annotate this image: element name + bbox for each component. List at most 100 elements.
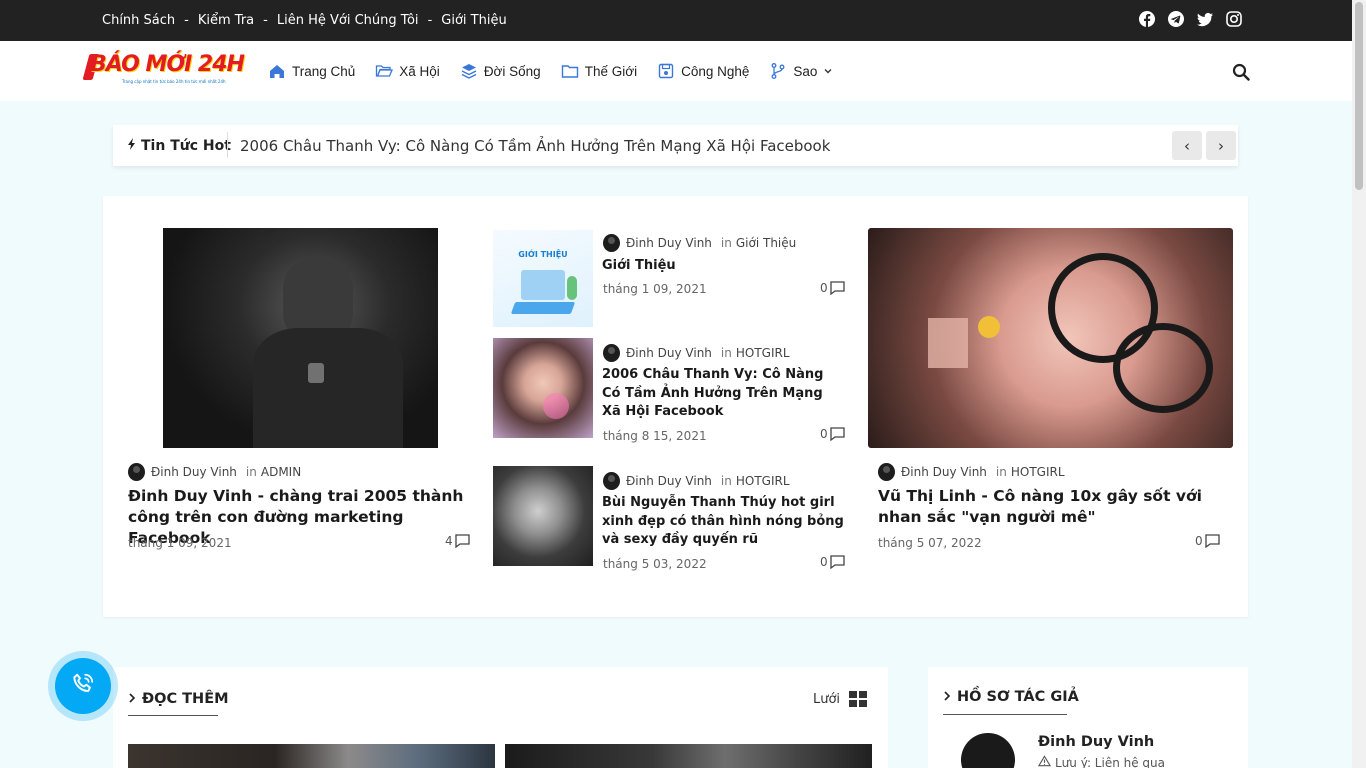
read-more-section: ĐỌC THÊM Lưới	[113, 667, 888, 768]
nav-label: Đời Sống	[483, 63, 541, 79]
author-link[interactable]: Đinh Duy Vinh	[626, 346, 712, 360]
scrollbar-thumb[interactable]	[1355, 2, 1363, 190]
post-thumbnail[interactable]	[163, 228, 438, 448]
author-avatar[interactable]	[961, 733, 1015, 768]
logo-tagline: Trang cập nhật tin tức báo 24h tin tức m…	[122, 79, 226, 84]
layers-icon	[460, 62, 478, 80]
top-link-kiem-tra[interactable]: Kiểm Tra	[198, 13, 254, 28]
page-scrollbar[interactable]	[1352, 0, 1366, 768]
nav-item-the-gioi[interactable]: Thế Giới	[561, 62, 637, 80]
avatar[interactable]	[878, 463, 895, 481]
call-button[interactable]	[48, 651, 118, 721]
view-label: Lưới	[813, 691, 841, 707]
social-links	[1139, 11, 1242, 27]
post-thumbnail[interactable]	[868, 228, 1233, 448]
ticker-label-text: Tin Tức Hot	[141, 137, 231, 154]
comment-count[interactable]: 0	[820, 427, 845, 441]
nav-label: Xã Hội	[399, 63, 440, 79]
separator: -	[184, 13, 189, 28]
featured-posts: Đinh Duy Vinh in ADMIN Đinh Duy Vinh - c…	[103, 196, 1248, 617]
avatar[interactable]	[128, 463, 145, 481]
in-label: in	[995, 465, 1007, 479]
category-link[interactable]: Giới Thiệu	[736, 236, 796, 250]
post-meta: Đinh Duy Vinh in HOTGIRL	[603, 472, 790, 490]
post-thumbnail[interactable]	[505, 744, 872, 768]
category-link[interactable]: HOTGIRL	[736, 474, 790, 488]
post-thumbnail[interactable]: GIỚI THIỆU	[493, 230, 593, 327]
site-logo[interactable]: BÁO MỚI 24H Trang cập nhật tin tức báo 2…	[82, 50, 256, 90]
top-link-lien-he[interactable]: Liên Hệ Với Chúng Tôi	[277, 13, 419, 28]
search-icon[interactable]	[1232, 63, 1250, 81]
grid-view-toggle[interactable]: Lưới	[813, 691, 868, 707]
in-label: in	[720, 474, 732, 488]
top-bar: Chính Sách - Kiểm Tra - Liên Hệ Với Chún…	[0, 0, 1352, 41]
post-title[interactable]: 2006 Châu Thanh Vy: Cô Nàng Có Tầm Ảnh H…	[602, 366, 837, 422]
post-title[interactable]: Giới Thiệu	[602, 256, 852, 275]
category-link[interactable]: HOTGIRL	[1011, 465, 1065, 479]
avatar[interactable]	[603, 234, 620, 252]
ticker-prev-button[interactable]: ‹	[1172, 131, 1202, 160]
post-title[interactable]: Vũ Thị Linh - Cô nàng 10x gây sốt với nh…	[878, 486, 1218, 528]
post-date: tháng 1 09, 2021	[128, 536, 232, 550]
post-meta: Đinh Duy Vinh in HOTGIRL	[603, 344, 790, 362]
author-link[interactable]: Đinh Duy Vinh	[901, 465, 987, 479]
branch-icon	[769, 62, 787, 80]
avatar[interactable]	[603, 472, 620, 490]
author-link[interactable]: Đinh Duy Vinh	[626, 474, 712, 488]
nav-item-cong-nghe[interactable]: Công Nghệ	[657, 62, 749, 80]
grid-icon	[849, 691, 868, 707]
hot-news-ticker: Tin Tức Hot 2006 Châu Thanh Vy: Cô Nàng …	[113, 125, 1238, 166]
home-icon	[268, 62, 286, 80]
post-thumbnail[interactable]	[493, 466, 593, 566]
section-underline	[943, 714, 1067, 715]
author-name[interactable]: Đinh Duy Vinh	[1038, 734, 1154, 750]
comment-count[interactable]: 0	[820, 555, 845, 569]
phone-icon	[70, 671, 96, 701]
ticker-next-button[interactable]: ›	[1206, 131, 1236, 160]
top-link-chinh-sach[interactable]: Chính Sách	[102, 13, 175, 28]
category-link[interactable]: HOTGIRL	[736, 346, 790, 360]
chevron-down-icon	[823, 66, 833, 76]
author-link[interactable]: Đinh Duy Vinh	[151, 465, 237, 479]
nav-item-doi-song[interactable]: Đời Sống	[460, 62, 541, 80]
telegram-icon[interactable]	[1168, 11, 1184, 27]
nav-item-xa-hoi[interactable]: Xã Hội	[375, 62, 440, 80]
save-icon	[657, 62, 675, 80]
post-thumbnail[interactable]	[493, 338, 593, 438]
nav-item-trang-chu[interactable]: Trang Chủ	[268, 62, 355, 80]
comment-count[interactable]: 0	[820, 281, 845, 295]
ticker-headline[interactable]: 2006 Châu Thanh Vy: Cô Nàng Có Tầm Ảnh H…	[240, 125, 830, 166]
top-nav: Chính Sách - Kiểm Tra - Liên Hệ Với Chún…	[102, 0, 507, 41]
bolt-icon	[127, 137, 137, 154]
section-underline	[128, 715, 218, 716]
section-title-text: ĐỌC THÊM	[142, 691, 229, 707]
folder-open-icon	[375, 62, 394, 80]
nav-item-sao[interactable]: Sao	[769, 62, 833, 80]
author-note: Lưu ý: Liên hệ qua	[1037, 755, 1165, 768]
post-meta: Đinh Duy Vinh in ADMIN	[128, 463, 301, 481]
comment-count[interactable]: 0	[1195, 534, 1220, 548]
separator: -	[427, 13, 433, 28]
facebook-icon[interactable]	[1139, 11, 1155, 27]
top-link-gioi-thieu[interactable]: Giới Thiệu	[441, 13, 506, 28]
comment-count-value: 0	[820, 555, 828, 569]
comment-icon	[829, 281, 845, 295]
main-nav: Trang Chủ Xã Hội Đời Sống Thế Giới Công …	[268, 41, 833, 101]
call-button-inner	[55, 658, 111, 714]
post-meta: Đinh Duy Vinh in HOTGIRL	[878, 463, 1065, 481]
author-link[interactable]: Đinh Duy Vinh	[626, 236, 712, 250]
avatar[interactable]	[603, 344, 620, 362]
in-label: in	[245, 465, 257, 479]
chevron-right-icon	[943, 689, 951, 705]
author-note-text: Lưu ý: Liên hệ qua	[1055, 755, 1165, 768]
post-date: tháng 8 15, 2021	[603, 429, 707, 443]
comment-count[interactable]: 4	[445, 534, 470, 548]
twitter-icon[interactable]	[1197, 11, 1213, 27]
post-meta: Đinh Duy Vinh in Giới Thiệu	[603, 234, 796, 252]
instagram-icon[interactable]	[1226, 11, 1242, 27]
post-thumbnail[interactable]	[128, 744, 495, 768]
category-link[interactable]: ADMIN	[261, 465, 301, 479]
comment-count-value: 0	[820, 281, 828, 295]
post-title[interactable]: Bùi Nguyễn Thanh Thúy hot girl xinh đẹp …	[602, 494, 847, 550]
nav-label: Công Nghệ	[681, 63, 750, 79]
